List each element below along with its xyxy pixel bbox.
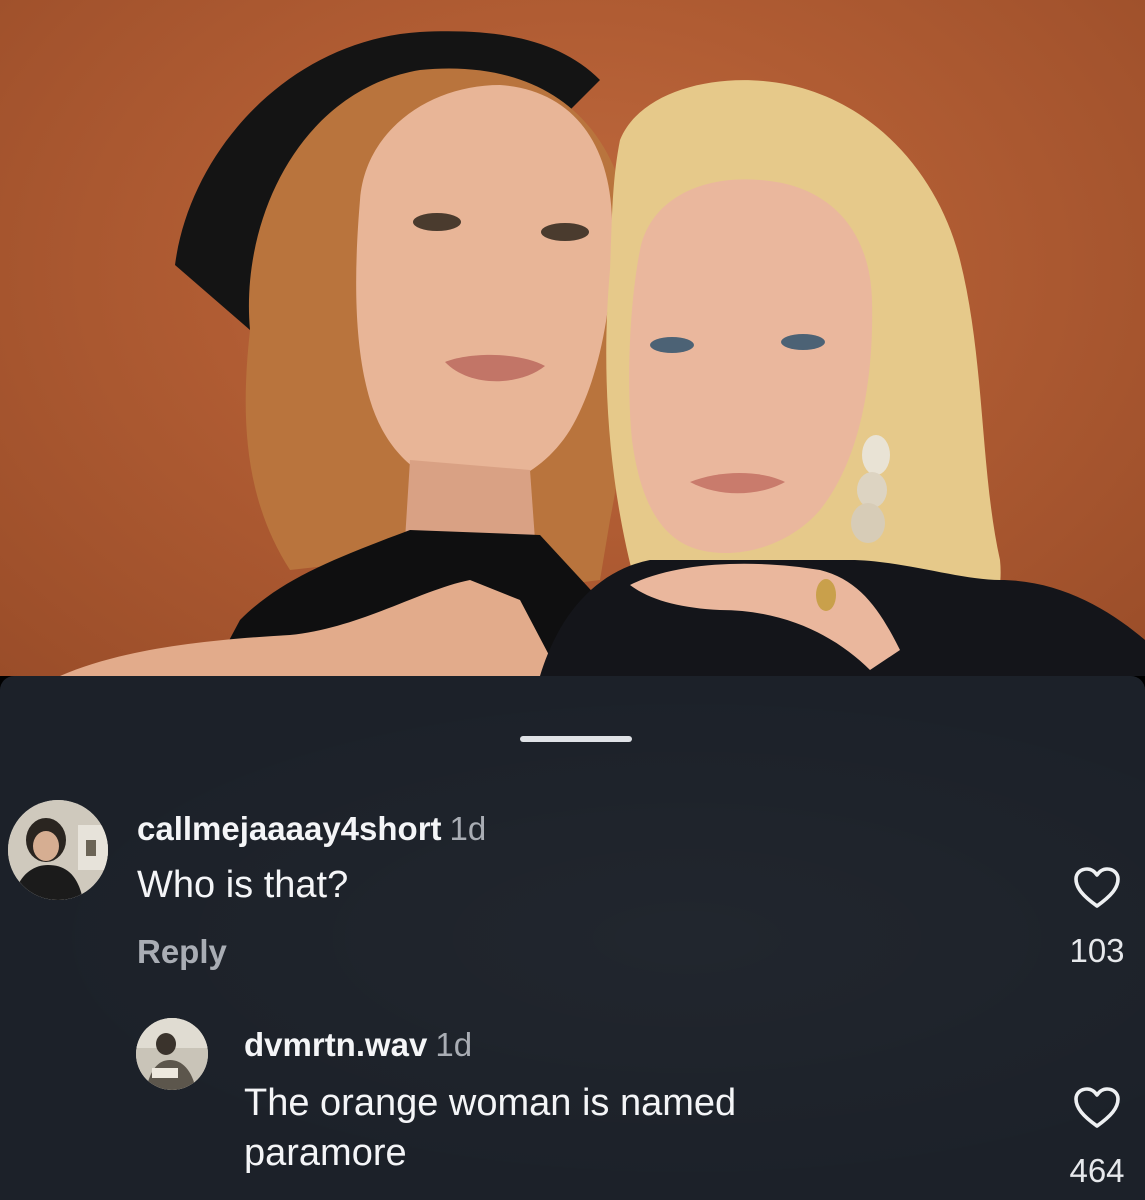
user-avatar-icon — [136, 1018, 208, 1090]
like-count: 103 — [1069, 932, 1125, 969]
heart-outline-icon — [1074, 1087, 1120, 1128]
comment-username[interactable]: callmejaaaay4short 1d — [137, 810, 486, 848]
comment-text: The orange woman is named paramore — [244, 1082, 737, 1174]
user-avatar-icon — [8, 800, 108, 900]
comment-time: 1d — [435, 1026, 473, 1063]
reply-button[interactable]: Reply — [137, 933, 227, 971]
comment-username[interactable]: dvmrtn.wav 1d — [244, 1026, 472, 1064]
username-text[interactable]: callmejaaaay4short — [137, 810, 442, 847]
heart-outline-icon — [1074, 867, 1120, 908]
like-button[interactable]: 103 — [1057, 866, 1137, 970]
portrait-illustration — [60, 31, 1145, 676]
comments-sheet: callmejaaaay4short 1d Who is that? Reply … — [0, 676, 1145, 1200]
avatar[interactable] — [8, 800, 108, 900]
comment-time: 1d — [449, 810, 487, 847]
username-text[interactable]: dvmrtn.wav — [244, 1026, 427, 1063]
sheet-drag-handle[interactable] — [520, 736, 632, 742]
post-photo — [0, 0, 1145, 676]
avatar[interactable] — [136, 1018, 208, 1090]
like-button[interactable]: 464 — [1057, 1086, 1137, 1190]
comment-text: Who is that? — [137, 864, 349, 906]
like-count: 464 — [1069, 1152, 1125, 1189]
